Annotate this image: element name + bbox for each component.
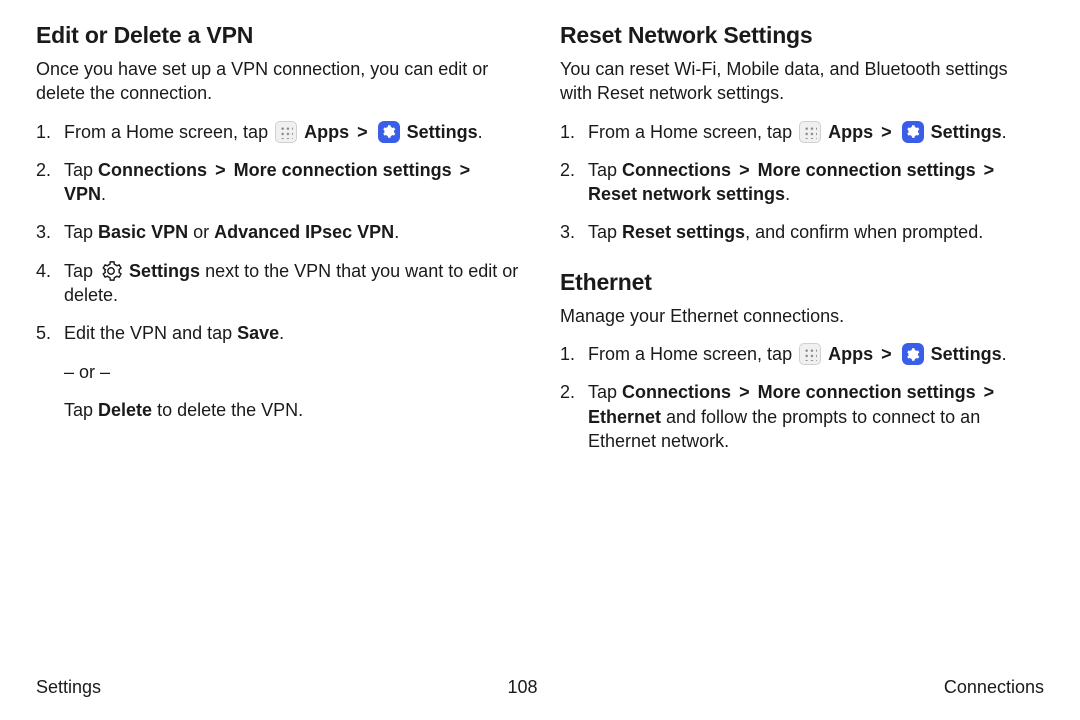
step-2: Tap Connections > More connection settin… — [560, 158, 1044, 207]
apps-icon — [799, 121, 821, 143]
apps-icon — [799, 343, 821, 365]
step-3: Tap Reset settings, and confirm when pro… — [560, 220, 1044, 244]
right-column: Reset Network Settings You can reset Wi-… — [560, 22, 1044, 467]
step-4: Tap Settings next to the VPN that you wa… — [36, 259, 520, 308]
apps-icon — [275, 121, 297, 143]
steps-reset-network: From a Home screen, tap Apps > Settings.… — [560, 120, 1044, 245]
step-1: From a Home screen, tap Apps > Settings. — [560, 342, 1044, 366]
footer-right: Connections — [944, 677, 1044, 698]
heading-reset-network: Reset Network Settings — [560, 22, 1044, 49]
step-3: Tap Basic VPN or Advanced IPsec VPN. — [36, 220, 520, 244]
step-2: Tap Connections > More connection settin… — [36, 158, 520, 207]
intro-ethernet: Manage your Ethernet connections. — [560, 304, 1044, 328]
settings-icon — [378, 121, 400, 143]
settings-icon — [902, 343, 924, 365]
step-2: Tap Connections > More connection settin… — [560, 380, 1044, 453]
page-footer: Settings 108 Connections — [36, 677, 1044, 698]
gear-icon — [100, 260, 122, 282]
heading-ethernet: Ethernet — [560, 269, 1044, 296]
steps-ethernet: From a Home screen, tap Apps > Settings.… — [560, 342, 1044, 453]
settings-icon — [902, 121, 924, 143]
step-5: Edit the VPN and tap Save. – or – Tap De… — [36, 321, 520, 422]
step-1: From a Home screen, tap Apps > Settings. — [36, 120, 520, 144]
footer-left: Settings — [36, 677, 101, 698]
intro-edit-vpn: Once you have set up a VPN connection, y… — [36, 57, 520, 106]
step-1: From a Home screen, tap Apps > Settings. — [560, 120, 1044, 144]
page-number: 108 — [507, 677, 537, 698]
left-column: Edit or Delete a VPN Once you have set u… — [36, 22, 520, 467]
steps-edit-vpn: From a Home screen, tap Apps > Settings.… — [36, 120, 520, 423]
intro-reset-network: You can reset Wi-Fi, Mobile data, and Bl… — [560, 57, 1044, 106]
heading-edit-vpn: Edit or Delete a VPN — [36, 22, 520, 49]
